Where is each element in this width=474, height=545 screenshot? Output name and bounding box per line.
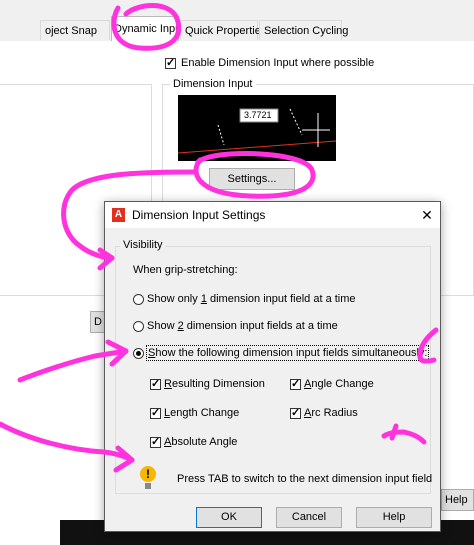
resulting-dimension-label: Resulting Dimension bbox=[164, 378, 265, 390]
tab-selection-cycling[interactable]: Selection Cycling bbox=[259, 20, 348, 40]
cancel-button[interactable]: Cancel bbox=[276, 507, 342, 528]
preview-dimension-value: 3.7721 bbox=[244, 110, 272, 120]
autocad-app-icon: A bbox=[112, 208, 125, 222]
preview-drawing bbox=[177, 108, 337, 154]
radio-two-fields[interactable] bbox=[133, 321, 144, 332]
visibility-group-title: Visibility bbox=[120, 239, 166, 251]
tab-object-snap[interactable]: oject Snap bbox=[40, 20, 110, 40]
enable-dimension-input-checkbox[interactable] bbox=[165, 56, 176, 69]
absolute-angle-label: Absolute Angle bbox=[164, 436, 238, 448]
grip-stretching-label: When grip-stretching: bbox=[133, 264, 238, 276]
radio-two-fields-label: Show 2 dimension input fields at a time bbox=[147, 320, 338, 332]
tab-dynamic-input[interactable]: Dynamic Input bbox=[111, 16, 184, 41]
ok-button[interactable]: OK bbox=[196, 507, 262, 528]
length-change-label: Length Change bbox=[164, 407, 240, 419]
radio-one-field[interactable] bbox=[133, 294, 144, 305]
angle-change-checkbox[interactable] bbox=[290, 377, 301, 390]
angle-change-label: Angle Change bbox=[304, 378, 374, 390]
lightbulb-base-icon bbox=[145, 483, 151, 489]
background-help-button[interactable]: Help bbox=[441, 489, 474, 511]
dialog-title: Dimension Input Settings bbox=[132, 208, 266, 222]
dimension-input-preview: 3.7721 bbox=[177, 95, 337, 161]
radio-following-fields[interactable] bbox=[133, 348, 144, 359]
absolute-angle-checkbox[interactable] bbox=[150, 435, 161, 448]
visibility-group bbox=[115, 246, 431, 494]
close-icon[interactable]: ✕ bbox=[416, 204, 438, 226]
radio-following-fields-label: Show the following dimension input field… bbox=[146, 345, 430, 361]
help-button[interactable]: Help bbox=[356, 507, 432, 528]
arc-radius-label: Arc Radius bbox=[304, 407, 358, 419]
radio-one-field-label: Show only 1 dimension input field at a t… bbox=[147, 293, 356, 305]
settings-button[interactable]: Settings... bbox=[209, 168, 295, 190]
resulting-dimension-checkbox[interactable] bbox=[150, 377, 161, 390]
length-change-checkbox[interactable] bbox=[150, 406, 161, 419]
lightbulb-tip-icon: ! bbox=[140, 466, 156, 482]
tab-quick-properties[interactable]: Quick Properties bbox=[180, 20, 266, 40]
arc-radius-checkbox[interactable] bbox=[290, 406, 301, 419]
dimension-input-settings-dialog: A Dimension Input Settings ✕ Visibility … bbox=[104, 201, 441, 532]
dialog-titlebar: A Dimension Input Settings ✕ bbox=[105, 202, 440, 228]
tab-tip-text: Press TAB to switch to the next dimensio… bbox=[177, 473, 433, 485]
enable-dimension-input-label: Enable Dimension Input where possible bbox=[181, 57, 375, 69]
tab-strip: oject Snap Dynamic Input Quick Propertie… bbox=[0, 0, 474, 42]
dimension-input-group-title: Dimension Input bbox=[170, 78, 256, 90]
